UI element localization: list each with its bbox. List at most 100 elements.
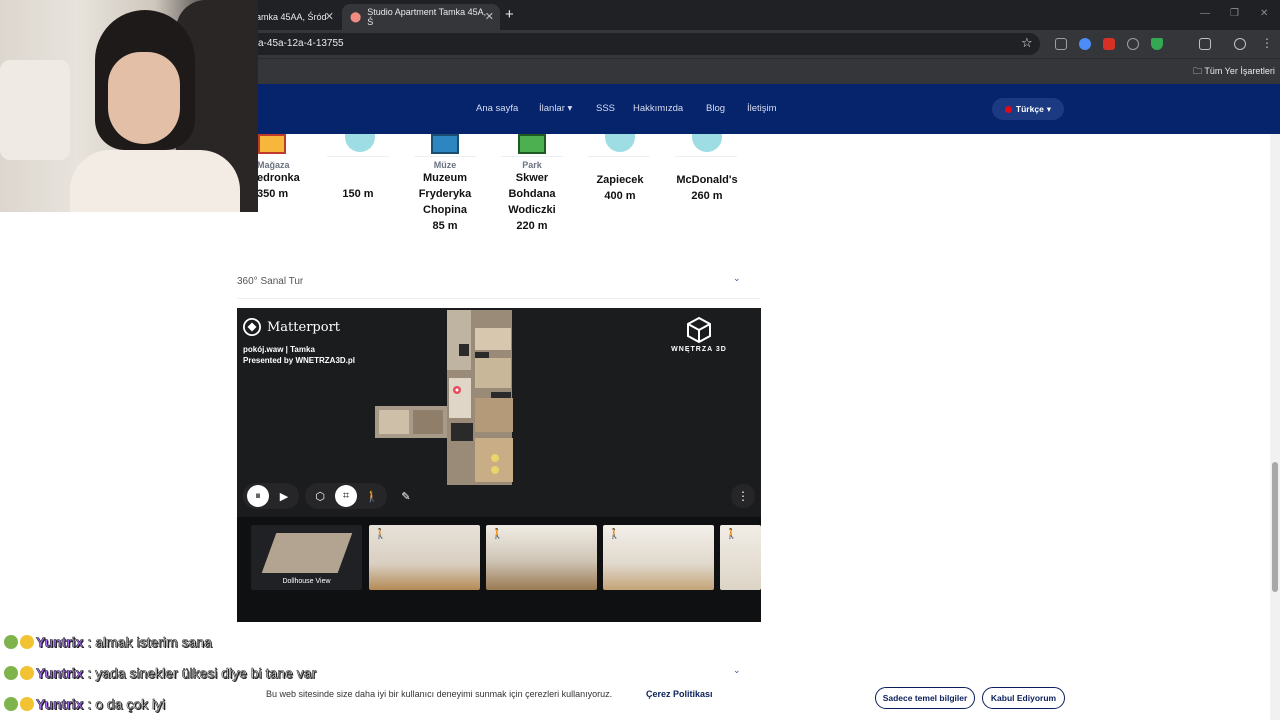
browser-tab-2[interactable]: ⬤ Studio Apartment Tamka 45A, Ś ✕ xyxy=(342,4,500,30)
chat-message: Yuntrix : yada sinekler ülkesi diye bi t… xyxy=(4,663,317,683)
walk-icon: 🚶 xyxy=(374,529,387,540)
tab-title: amka 45AA, Śród xyxy=(256,12,327,22)
viewer-controls: ⏸ ▶ ⬡ ⌗ 🚶 ✎ xyxy=(243,483,419,509)
place-name: edronka xyxy=(257,172,300,184)
minimize-window-icon[interactable]: — xyxy=(1200,8,1210,19)
new-tab-button[interactable]: + xyxy=(505,6,514,23)
nav-faq[interactable]: SSS xyxy=(596,103,615,114)
essential-only-button[interactable]: Sadece temel bilgiler xyxy=(875,687,975,709)
place-card: Park Skwer Bohdana Wodiczki 220 m xyxy=(489,160,575,234)
close-tab-icon[interactable]: ✕ xyxy=(485,10,494,23)
nav-contact[interactable]: İletişim xyxy=(747,103,777,114)
divider xyxy=(237,298,760,299)
dollhouse-preview xyxy=(261,533,353,573)
matterport-viewer[interactable]: Matterport pokój.waw | Tamka Presented b… xyxy=(237,308,761,622)
nav-blog[interactable]: Blog xyxy=(706,103,725,114)
chat-text: : o da çok iyi xyxy=(87,696,166,713)
url-text: a-45a-12a-4-13755 xyxy=(258,38,344,49)
cookie-notice: Bu web sitesinde size daha iyi bir kulla… xyxy=(266,689,613,699)
place-distance: 400 m xyxy=(604,190,636,202)
walk-icon: 🚶 xyxy=(725,529,738,540)
cookie-policy-link[interactable]: Çerez Politikası xyxy=(646,689,713,699)
chat-message: Yuntrix : almak isterim sana xyxy=(4,632,212,652)
chat-username: Yuntrix xyxy=(36,665,84,682)
chevron-down-icon[interactable]: ⌄ xyxy=(733,273,741,284)
language-selector[interactable]: Türkçe ▾ xyxy=(992,98,1064,120)
floor-plan-dollhouse[interactable] xyxy=(375,308,580,488)
chevron-down-icon[interactable]: ⌄ xyxy=(733,665,741,676)
section-title[interactable]: 360° Sanal Tur xyxy=(237,276,303,287)
place-card: McDonald's 260 m xyxy=(664,172,750,204)
place-distance: 85 m xyxy=(432,220,458,232)
thumbnail-scene[interactable]: 🚶 xyxy=(486,525,597,590)
extension-icon[interactable] xyxy=(1079,38,1091,50)
extension-icon[interactable] xyxy=(1127,38,1139,50)
cube-icon xyxy=(687,316,711,344)
pillow xyxy=(0,60,70,160)
scene-thumbnails: Dollhouse View 🚶 🚶 🚶 🚶 xyxy=(237,517,761,622)
extension-icon[interactable] xyxy=(1103,38,1115,50)
profile-icon[interactable] xyxy=(1234,38,1246,50)
view-mode-controls: ⬡ ⌗ 🚶 xyxy=(305,483,387,509)
shield-icon[interactable] xyxy=(1151,38,1163,50)
shoulders xyxy=(70,150,240,212)
chat-username: Yuntrix xyxy=(36,696,84,713)
walk-mode-button[interactable]: 🚶 xyxy=(361,485,383,507)
chevron-down-icon: ▾ xyxy=(1046,103,1052,114)
bookmark-star-icon[interactable]: ☆ xyxy=(1021,35,1033,51)
close-tab-icon[interactable]: ✕ xyxy=(325,10,334,23)
place-distance: 150 m xyxy=(342,188,374,200)
place-name: Skwer Bohdana Wodiczki xyxy=(508,172,556,216)
measure-tool-button[interactable]: ✎ xyxy=(395,485,417,507)
turkey-flag-icon xyxy=(1004,105,1012,113)
nav-listings[interactable]: İlanlar ▾ xyxy=(539,103,572,114)
accept-cookies-button[interactable]: Kabul Ediyorum xyxy=(982,687,1065,709)
museum-icon xyxy=(431,134,459,154)
divider xyxy=(675,156,737,157)
thumbnail-scene[interactable]: 🚶 xyxy=(720,525,761,590)
thumbnail-scene[interactable]: 🚶 xyxy=(369,525,480,590)
nav-home[interactable]: Ana sayfa xyxy=(476,103,518,114)
pause-button[interactable]: ⏸ xyxy=(247,485,269,507)
play-button[interactable]: ▶ xyxy=(273,485,295,507)
nav-about[interactable]: Hakkımızda xyxy=(633,103,683,114)
close-window-icon[interactable]: ✕ xyxy=(1260,8,1268,19)
badge-icon xyxy=(20,697,34,711)
thumbnail-scene[interactable]: 🚶 xyxy=(603,525,714,590)
place-distance: 260 m xyxy=(691,190,723,202)
matterport-logo: Matterport xyxy=(243,318,340,336)
divider xyxy=(501,156,563,157)
wnetrza3d-logo: WNĘTRZA 3D xyxy=(671,316,727,353)
place-name: Zapiecek xyxy=(596,174,644,186)
chat-text: : almak isterim sana xyxy=(87,634,212,651)
tab-title: Studio Apartment Tamka 45A, Ś xyxy=(367,7,487,27)
walk-icon: 🚶 xyxy=(608,529,621,540)
chat-username: Yuntrix xyxy=(36,634,84,651)
puzzle-icon[interactable] xyxy=(1199,38,1211,50)
folder-icon: 🗀 xyxy=(1193,66,1205,76)
divider xyxy=(588,156,650,157)
chat-text: : yada sinekler ülkesi diye bi tane var xyxy=(87,665,317,682)
floorplan-view-button[interactable]: ⌗ xyxy=(335,485,357,507)
badge-icon xyxy=(4,697,18,711)
matterport-icon xyxy=(243,318,261,336)
place-category: Park xyxy=(522,160,542,170)
thumbnail-dollhouse[interactable]: Dollhouse View xyxy=(251,525,362,590)
kebab-menu-icon[interactable]: ⋮ xyxy=(1261,36,1273,50)
tour-subtitle: pokój.waw | Tamka Presented by WNETRZA3D… xyxy=(243,345,356,365)
webcam-overlay xyxy=(0,0,258,212)
place-card: 150 m xyxy=(315,186,401,202)
dollhouse-view-button[interactable]: ⬡ xyxy=(309,485,331,507)
badge-icon xyxy=(4,666,18,680)
bookmarks-folder[interactable]: 🗀 Tüm Yer İşaretleri xyxy=(1193,64,1275,80)
scrollbar-track[interactable] xyxy=(1270,134,1280,720)
face xyxy=(108,52,180,144)
place-name: McDonald's xyxy=(676,174,738,186)
place-card: Müze Muzeum Fryderyka Chopina 85 m xyxy=(402,160,488,234)
extension-icon[interactable] xyxy=(1055,38,1067,50)
restore-window-icon[interactable]: ❐ xyxy=(1230,8,1239,19)
browser-tab-1[interactable]: amka 45AA, Śród ✕ xyxy=(248,4,340,30)
scrollbar-thumb[interactable] xyxy=(1272,462,1278,592)
store-icon xyxy=(258,134,286,154)
more-options-button[interactable]: ⋮ xyxy=(731,484,755,508)
